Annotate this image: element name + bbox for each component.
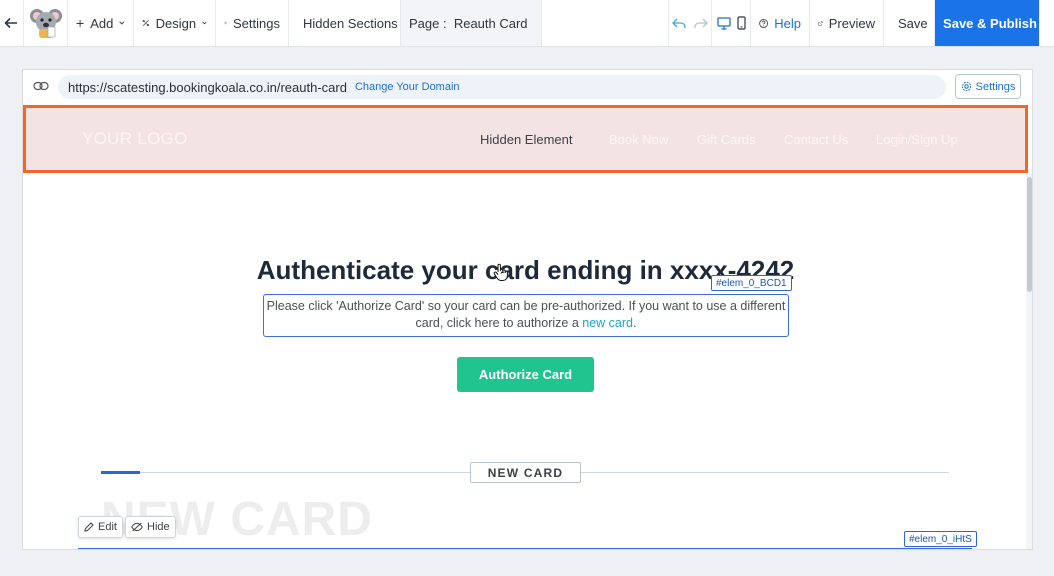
external-link-icon bbox=[818, 20, 823, 26]
hidden-sections-label: Hidden Sections bbox=[303, 15, 398, 31]
save-publish-label: Save & Publish bbox=[943, 15, 1037, 31]
preview-label: Preview bbox=[828, 15, 875, 31]
canvas-url-bar: https://scatesting.bookingkoala.co.in/re… bbox=[23, 70, 1032, 105]
canvas-settings-label: Settings bbox=[975, 80, 1016, 93]
nav-gift-cards[interactable]: Gift Cards bbox=[697, 132, 756, 147]
link-icon bbox=[33, 81, 49, 91]
design-label: Design bbox=[155, 15, 197, 31]
save-button[interactable]: Save bbox=[884, 0, 935, 46]
nav-hidden-element[interactable]: Hidden Element bbox=[480, 132, 573, 147]
gear-icon bbox=[961, 81, 971, 92]
page-title[interactable]: Authenticate your card ending in xxxx-42… bbox=[23, 255, 1028, 286]
add-label: Add bbox=[90, 15, 114, 31]
change-domain-link[interactable]: Change Your Domain bbox=[355, 81, 460, 93]
undo-redo-group bbox=[669, 0, 712, 46]
back-button[interactable] bbox=[0, 0, 24, 46]
preview-canvas: https://scatesting.bookingkoala.co.in/re… bbox=[22, 69, 1033, 550]
preview-button[interactable]: Preview bbox=[810, 0, 884, 46]
settings-label: Settings bbox=[233, 15, 280, 31]
device-toggle-group bbox=[712, 0, 751, 46]
site-header-section[interactable]: YOUR LOGO Hidden Element Book Now Gift C… bbox=[23, 105, 1028, 173]
pencil-icon bbox=[84, 522, 94, 532]
page-select-value: Page : Reauth Card bbox=[409, 15, 528, 31]
editor-toolbar: Add Design Settings Hidden Sections Page… bbox=[0, 0, 1054, 47]
canvas-settings-button[interactable]: Settings bbox=[955, 74, 1021, 99]
plus-icon bbox=[76, 19, 84, 27]
chevron-down-icon bbox=[119, 21, 125, 25]
selected-element-outline bbox=[78, 548, 972, 549]
description-text[interactable]: Please click 'Authorize Card' so your ca… bbox=[263, 294, 789, 337]
redo-icon[interactable] bbox=[694, 18, 708, 29]
element-id-tag: #elem_0_BCD1 bbox=[711, 275, 792, 291]
arrow-left-icon bbox=[4, 17, 17, 29]
help-button[interactable]: Help bbox=[751, 0, 810, 46]
edit-label: Edit bbox=[98, 521, 117, 533]
description-period: . bbox=[633, 316, 637, 330]
section-divider-accent bbox=[101, 471, 140, 474]
design-menu-button[interactable]: Design bbox=[134, 0, 216, 46]
koala-logo-icon bbox=[29, 9, 62, 38]
settings-button[interactable]: Settings bbox=[216, 0, 289, 46]
description-line-2: card, click here to authorize a bbox=[415, 316, 579, 330]
hidden-sections-button[interactable]: Hidden Sections bbox=[289, 0, 401, 46]
hide-label: Hide bbox=[147, 521, 170, 533]
koala-logo[interactable] bbox=[24, 0, 68, 46]
question-circle-icon bbox=[759, 18, 769, 28]
chevron-down-icon bbox=[202, 21, 207, 25]
eye-slash-icon bbox=[131, 522, 143, 532]
new-card-link[interactable]: new card bbox=[582, 316, 633, 330]
add-menu-button[interactable]: Add bbox=[68, 0, 134, 46]
edit-button[interactable]: Edit bbox=[78, 516, 123, 538]
url-field[interactable]: https://scatesting.bookingkoala.co.in/re… bbox=[58, 75, 946, 99]
toolbar-spacer bbox=[542, 0, 669, 46]
undo-icon[interactable] bbox=[672, 18, 686, 29]
description-line-1: Please click 'Authorize Card' so your ca… bbox=[266, 299, 786, 313]
design-tools-icon bbox=[142, 19, 149, 27]
nav-login-signup[interactable]: Login/Sign Up bbox=[876, 132, 958, 147]
desktop-icon[interactable] bbox=[716, 16, 731, 30]
help-label: Help bbox=[774, 15, 801, 31]
element-id-tag-2: #elem_0_iHtS bbox=[904, 531, 977, 547]
save-publish-button[interactable]: Save & Publish bbox=[935, 0, 1039, 46]
site-logo[interactable]: YOUR LOGO bbox=[82, 129, 188, 149]
page-select[interactable]: Page : Reauth Card bbox=[401, 0, 542, 46]
hide-button[interactable]: Hide bbox=[125, 516, 176, 538]
new-card-section-chip[interactable]: NEW CARD bbox=[470, 462, 581, 483]
authorize-card-button[interactable]: Authorize Card bbox=[457, 357, 594, 392]
mobile-icon[interactable] bbox=[736, 16, 746, 30]
gear-icon bbox=[224, 21, 227, 25]
nav-book-now[interactable]: Book Now bbox=[609, 132, 668, 147]
url-text: https://scatesting.bookingkoala.co.in/re… bbox=[68, 79, 347, 95]
save-label: Save bbox=[898, 15, 928, 31]
hand-cursor-icon bbox=[493, 263, 508, 281]
nav-contact-us[interactable]: Contact Us bbox=[784, 132, 848, 147]
